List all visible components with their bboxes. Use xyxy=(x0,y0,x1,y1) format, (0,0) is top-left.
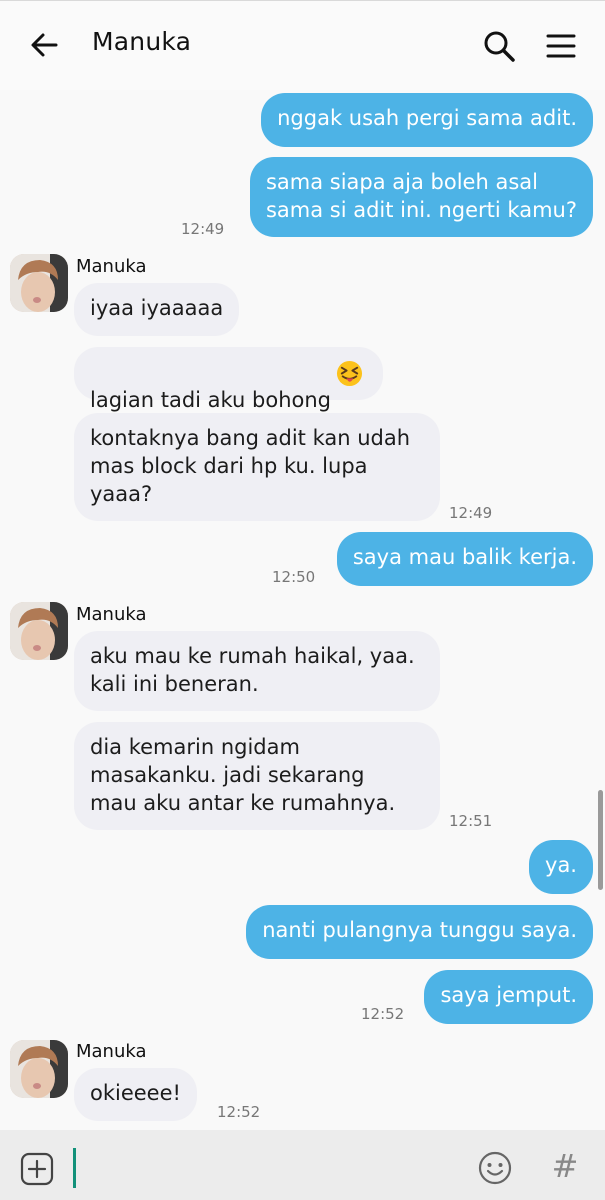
message-time: 12:52 xyxy=(361,1005,405,1023)
plus-icon[interactable] xyxy=(20,1152,54,1186)
outgoing-message[interactable]: saya jemput. xyxy=(424,970,593,1024)
avatar[interactable] xyxy=(10,602,68,660)
message-list[interactable]: nggak usah pergi sama adit. 12:49 sama s… xyxy=(0,90,605,1130)
message-time: 12:51 xyxy=(449,812,493,830)
incoming-message[interactable]: aku mau ke rumah haikal, yaa. kali ini b… xyxy=(74,631,440,711)
outgoing-message[interactable]: ya. xyxy=(529,840,593,894)
chat-title: Manuka xyxy=(92,27,192,56)
avatar-image xyxy=(10,1040,68,1098)
search-icon[interactable] xyxy=(482,29,516,63)
message-time: 12:49 xyxy=(181,220,225,238)
text-caret xyxy=(73,1148,76,1188)
incoming-message[interactable]: kontaknya bang adit kan udah mas block d… xyxy=(74,413,440,521)
hashtag-icon[interactable]: # xyxy=(548,1146,582,1186)
avatar[interactable] xyxy=(10,254,68,312)
menu-icon[interactable] xyxy=(546,31,576,61)
incoming-message[interactable]: iyaa iyaaaaa xyxy=(74,283,240,336)
outgoing-message[interactable]: nanti pulangnya tunggu saya. xyxy=(246,905,593,959)
incoming-message[interactable]: lagian tadi aku bohong xyxy=(74,347,384,412)
back-arrow-icon[interactable] xyxy=(28,29,60,61)
squinting-tongue-emoji-icon xyxy=(336,360,363,387)
message-time: 12:50 xyxy=(272,568,316,586)
outgoing-message[interactable]: saya mau balik kerja. xyxy=(336,532,593,586)
sender-name: Manuka xyxy=(76,604,147,625)
sender-name: Manuka xyxy=(76,1041,147,1062)
message-text: lagian tadi aku bohong xyxy=(90,388,332,412)
avatar-image xyxy=(10,602,68,660)
incoming-message[interactable]: dia kemarin ngidam masakanku. jadi sekar… xyxy=(74,722,440,830)
incoming-message[interactable]: okieeee! xyxy=(74,1068,197,1121)
scrollbar[interactable] xyxy=(598,790,603,890)
avatar-image xyxy=(10,254,68,312)
message-time: 12:52 xyxy=(217,1103,261,1121)
chat-header: Manuka xyxy=(0,0,605,90)
sender-name: Manuka xyxy=(76,256,147,277)
outgoing-message[interactable]: sama siapa aja boleh asal sama si adit i… xyxy=(249,157,593,237)
emoji-icon[interactable] xyxy=(478,1151,512,1185)
outgoing-message[interactable]: nggak usah pergi sama adit. xyxy=(261,93,593,147)
avatar[interactable] xyxy=(10,1040,68,1098)
message-input[interactable] xyxy=(72,1146,456,1188)
message-time: 12:49 xyxy=(449,504,493,522)
